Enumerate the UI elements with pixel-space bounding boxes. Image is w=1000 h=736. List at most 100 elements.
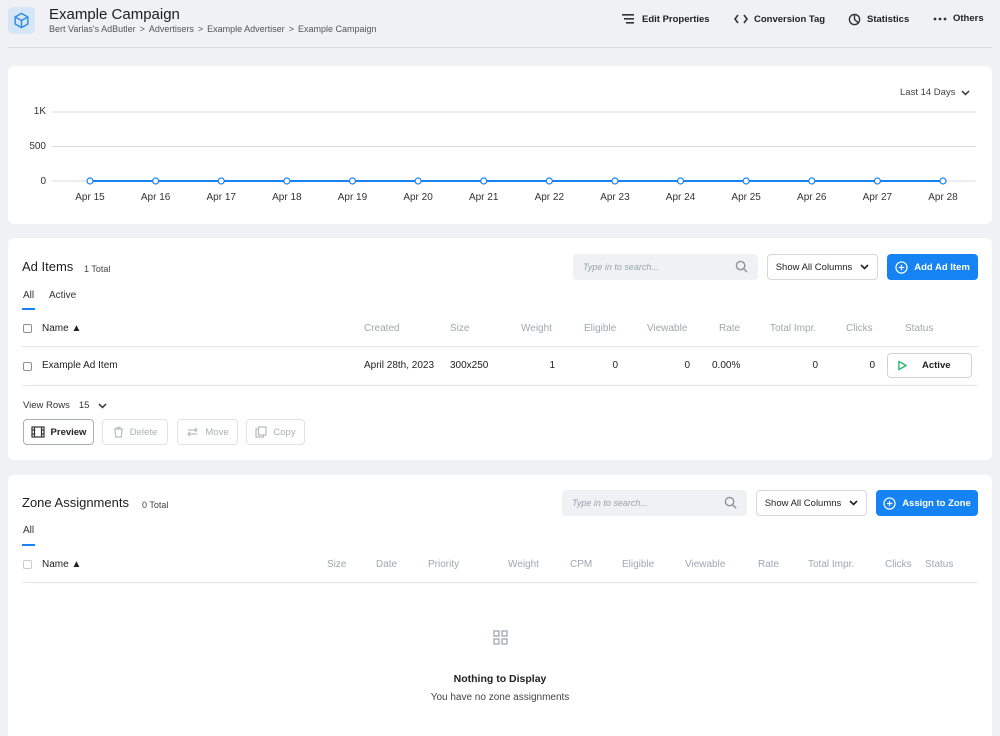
data-point[interactable]	[480, 177, 488, 185]
data-point[interactable]	[808, 177, 816, 185]
add-ad-item-label: Add Ad Item	[914, 261, 970, 273]
column-header-label: Name	[42, 323, 69, 334]
chevron-down-icon	[849, 500, 858, 506]
column-header-rate[interactable]: Rate	[719, 323, 740, 334]
column-header-weight[interactable]: Weight	[521, 323, 552, 334]
copy-button[interactable]: Copy	[246, 419, 305, 445]
column-header-viewable[interactable]: Viewable	[685, 559, 725, 570]
ad-items-search-input[interactable]: Type in to search...	[573, 254, 758, 280]
zones-search-input[interactable]: Type in to search...	[562, 490, 747, 516]
data-point[interactable]	[86, 177, 94, 185]
tab-active-indicator	[22, 544, 35, 546]
assign-to-zone-button[interactable]: Assign to Zone	[876, 490, 978, 516]
ad-items-count: 1 Total	[84, 264, 111, 274]
column-header-name[interactable]: Name ▲	[42, 559, 81, 570]
data-point[interactable]	[217, 177, 225, 185]
move-label: Move	[205, 426, 229, 438]
column-header-cpm[interactable]: CPM	[570, 559, 592, 570]
x-tick-label: Apr 27	[862, 192, 893, 203]
chevron-down-icon	[860, 264, 869, 270]
cell-weight: 1	[549, 360, 555, 371]
cell-eligible: 0	[612, 360, 618, 371]
column-header-total-impr[interactable]: Total Impr.	[808, 559, 854, 570]
search-icon	[735, 260, 748, 273]
cell-size: 300x250	[450, 360, 489, 371]
row-divider	[22, 385, 978, 386]
data-point[interactable]	[676, 177, 685, 185]
tab-active[interactable]: Active	[49, 290, 76, 301]
select-all-checkbox[interactable]	[23, 560, 32, 569]
x-tick-label: Apr 26	[797, 192, 827, 203]
column-header-total-impr[interactable]: Total Impr.	[770, 323, 816, 334]
delete-label: Delete	[129, 426, 158, 438]
column-header-label: Name	[42, 559, 69, 570]
x-tick-label: Apr 25	[731, 192, 761, 203]
x-tick-label: Apr 28	[928, 192, 958, 203]
ad-items-columns-select[interactable]: Show All Columns	[767, 254, 878, 280]
move-arrows-icon	[187, 427, 199, 437]
plus-circle-icon	[883, 496, 896, 510]
x-tick-label: Apr 18	[272, 192, 302, 203]
tab-all[interactable]: All	[23, 290, 34, 301]
column-header-status[interactable]: Status	[925, 559, 953, 570]
data-point[interactable]	[348, 177, 357, 185]
column-header-viewable[interactable]: Viewable	[647, 323, 687, 334]
column-header-status[interactable]: Status	[905, 323, 933, 334]
data-point[interactable]	[742, 177, 750, 185]
zone-assignments-title: Zone Assignments	[22, 495, 129, 510]
column-header-eligible[interactable]: Eligible	[622, 559, 654, 570]
view-rows-select[interactable]: View Rows 15	[23, 400, 107, 411]
cell-viewable: 0	[684, 360, 690, 371]
copy-label: Copy	[273, 426, 296, 438]
data-point[interactable]	[545, 177, 553, 185]
column-header-clicks[interactable]: Clicks	[885, 559, 912, 570]
x-tick-label: Apr 15	[75, 192, 105, 203]
column-header-clicks[interactable]: Clicks	[846, 323, 873, 334]
play-icon	[898, 360, 907, 371]
status-toggle-button[interactable]: Active	[887, 353, 972, 378]
column-header-created[interactable]: Created	[364, 323, 400, 334]
column-header-rate[interactable]: Rate	[758, 559, 779, 570]
row-checkbox[interactable]	[23, 362, 32, 371]
column-header-eligible[interactable]: Eligible	[584, 323, 616, 334]
move-button[interactable]: Move	[177, 419, 238, 445]
empty-state-message: You have no zone assignments	[430, 692, 570, 703]
x-tick-label: Apr 16	[140, 192, 171, 203]
x-tick-label: Apr 17	[206, 192, 236, 203]
column-header-size[interactable]: Size	[327, 559, 346, 570]
column-header-weight[interactable]: Weight	[508, 559, 539, 570]
preview-button[interactable]: Preview	[23, 419, 94, 445]
search-placeholder: Type in to search...	[583, 262, 659, 272]
table-header-divider	[22, 582, 978, 583]
column-header-name[interactable]: Name ▲	[42, 323, 81, 334]
x-tick-label: Apr 24	[665, 192, 696, 203]
x-tick-label: Apr 21	[468, 192, 499, 203]
columns-select-label: Show All Columns	[764, 497, 842, 509]
x-tick-label: Apr 23	[600, 192, 630, 203]
sort-asc-icon: ▲	[71, 559, 82, 570]
x-tick-label: Apr 20	[403, 192, 433, 203]
data-point[interactable]	[939, 177, 947, 185]
tab-all[interactable]: All	[23, 525, 34, 536]
add-ad-item-button[interactable]: Add Ad Item	[887, 254, 978, 280]
delete-button[interactable]: Delete	[102, 419, 168, 445]
data-point[interactable]	[611, 177, 619, 185]
data-point[interactable]	[873, 177, 881, 185]
data-point[interactable]	[152, 177, 160, 185]
cell-clicks: 0	[869, 360, 875, 371]
column-header-size[interactable]: Size	[450, 323, 469, 334]
column-header-priority[interactable]: Priority	[428, 559, 459, 570]
column-header-date[interactable]: Date	[376, 559, 397, 570]
view-rows-value: 15	[78, 400, 90, 411]
data-point[interactable]	[283, 177, 291, 185]
ad-items-title: Ad Items	[22, 259, 74, 274]
ad-item-name-link[interactable]: Example Ad Item	[42, 360, 118, 371]
data-point[interactable]	[414, 177, 422, 185]
cell-total-impr: 0	[812, 360, 818, 371]
zones-columns-select[interactable]: Show All Columns	[756, 490, 867, 516]
grid-empty-icon	[493, 630, 508, 645]
table-header-divider	[22, 346, 978, 347]
columns-select-label: Show All Columns	[775, 261, 853, 273]
empty-state-title: Nothing to Display	[453, 673, 547, 685]
select-all-checkbox[interactable]	[23, 324, 32, 333]
